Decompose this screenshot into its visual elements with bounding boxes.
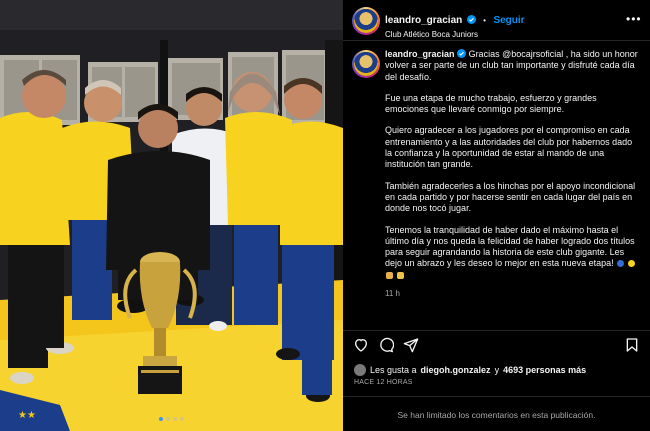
comment-icon[interactable] <box>378 337 394 353</box>
post-date[interactable]: HACE 12 HORAS <box>354 379 413 386</box>
likes-count[interactable]: 4693 personas más <box>503 365 586 375</box>
caption-paragraph-1: leandro_gracian Gracias @bocajrsoficial … <box>385 49 641 83</box>
actions-divider <box>343 330 650 331</box>
raising-hands-icon <box>396 271 404 279</box>
verified-badge-icon <box>457 49 467 58</box>
carousel-dot-active <box>159 417 163 421</box>
blue-circle-icon <box>617 260 625 268</box>
caption-paragraph-3: Quiero agradecer a los jugadores por el … <box>385 125 633 170</box>
carousel-indicator <box>0 417 343 421</box>
header-divider <box>343 40 650 41</box>
likes-prefix: Les gusta a <box>370 365 417 375</box>
author-username[interactable]: leandro_gracian <box>385 15 462 26</box>
caption-paragraph-2: Fue una etapa de mucho trabajo, esfuerzo… <box>385 92 597 115</box>
carousel-dot <box>166 417 170 421</box>
likes-connector: y <box>494 365 500 375</box>
carousel-dot <box>180 417 184 421</box>
follow-button[interactable]: Seguir <box>493 15 524 26</box>
yellow-circle-icon <box>627 260 635 268</box>
verified-badge-icon <box>466 15 476 24</box>
liker-username[interactable]: diegoh.gonzalez <box>421 365 491 375</box>
post-panel: leandro_gracian • Seguir Club Atlético B… <box>343 0 650 431</box>
save-bookmark-icon[interactable] <box>624 337 640 353</box>
more-options-icon[interactable]: ••• <box>626 12 642 26</box>
post-location[interactable]: Club Atlético Boca Juniors <box>385 30 525 39</box>
caption-avatar[interactable] <box>352 50 380 78</box>
caption-paragraph-4: También agradecerles a los hinchas por e… <box>385 180 636 214</box>
caption-username[interactable]: leandro_gracian <box>385 49 455 59</box>
likes-summary: Les gusta a diegoh.gonzalez y 4693 perso… <box>354 364 586 376</box>
caption-text: Tenemos la tranquilidad de haber dado el… <box>385 224 635 269</box>
author-avatar[interactable] <box>352 7 380 35</box>
team-photo-illustration: ★★ <box>0 0 343 431</box>
post-actions <box>353 337 640 357</box>
post-caption: leandro_gracian Gracias @bocajrsoficial … <box>385 49 641 299</box>
share-send-icon[interactable] <box>403 337 419 353</box>
post-header: leandro_gracian • Seguir Club Atlético B… <box>385 10 525 39</box>
caption-paragraph-5: Tenemos la tranquilidad de haber dado el… <box>385 225 641 281</box>
liker-avatar[interactable] <box>354 364 366 376</box>
post-photo[interactable]: ★★ <box>0 0 343 431</box>
header-separator: • <box>483 16 486 25</box>
flexed-biceps-icon <box>386 271 393 279</box>
comments-limited-notice: Se han limitado los comentarios en esta … <box>397 410 596 420</box>
caption-timestamp[interactable]: 11 h <box>385 288 641 299</box>
carousel-dot <box>173 417 177 421</box>
like-heart-icon[interactable] <box>353 337 369 353</box>
comments-divider <box>343 396 650 397</box>
